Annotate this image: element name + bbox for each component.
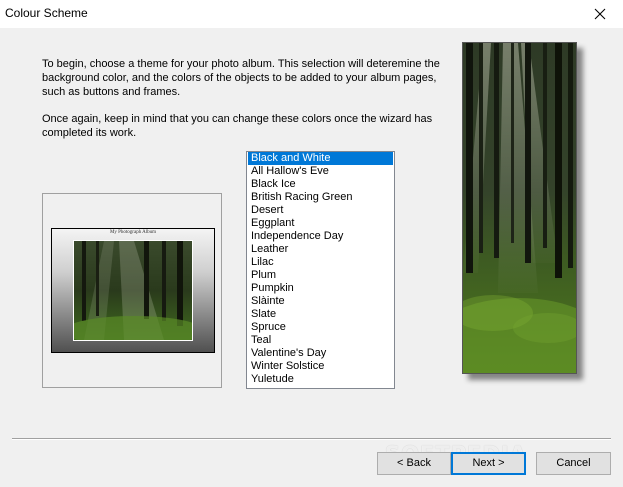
theme-list-item[interactable]: Valentine's Day (248, 347, 393, 360)
close-button[interactable] (577, 0, 623, 28)
title-bar: Colour Scheme (0, 0, 623, 28)
theme-listbox[interactable]: Black and White All Hallow's Eve Black Ice… (246, 151, 395, 389)
theme-list-item[interactable]: Teal (248, 334, 393, 347)
theme-list-item[interactable]: Independence Day (248, 230, 393, 243)
preview-photo (73, 240, 193, 341)
intro-paragraph-2: Once again, keep in mind that you can ch… (42, 113, 433, 139)
theme-list-item[interactable]: British Racing Green (248, 191, 393, 204)
back-button[interactable]: < Back (377, 452, 451, 475)
theme-list-item[interactable]: All Hallow's Eve (248, 165, 393, 178)
theme-list-item[interactable]: Winter Solstice (248, 360, 393, 373)
theme-list-item[interactable]: Eggplant (248, 217, 393, 230)
preview-forest-image (74, 241, 192, 340)
theme-list-item[interactable]: Slate (248, 308, 393, 321)
preview-album-title: My Photograph Album (109, 230, 157, 235)
theme-list-item[interactable]: Spruce (248, 321, 393, 334)
footer-separator (12, 438, 611, 440)
theme-preview: My Photograph Album (42, 193, 222, 388)
close-icon (594, 8, 606, 20)
theme-list-item[interactable]: Lilac (248, 256, 393, 269)
next-button[interactable]: Next > (451, 452, 526, 475)
forest-decoration-image (462, 42, 577, 374)
intro-paragraph-1: To begin, choose a theme for your photo … (42, 58, 440, 98)
theme-list-item[interactable]: Plum (248, 269, 393, 282)
window-title: Colour Scheme (5, 6, 88, 20)
cancel-button[interactable]: Cancel (536, 452, 611, 475)
theme-list-item[interactable]: Desert (248, 204, 393, 217)
theme-list-item[interactable]: Yuletude (248, 373, 393, 386)
theme-list-item[interactable]: Black and White (248, 152, 393, 165)
preview-album-page: My Photograph Album (51, 228, 215, 353)
theme-list-item[interactable]: Black Ice (248, 178, 393, 191)
theme-list-item[interactable]: Slàinte (248, 295, 393, 308)
theme-list-item[interactable]: Pumpkin (248, 282, 393, 295)
intro-text: To begin, choose a theme for your photo … (42, 57, 442, 153)
theme-list-item[interactable]: Leather (248, 243, 393, 256)
